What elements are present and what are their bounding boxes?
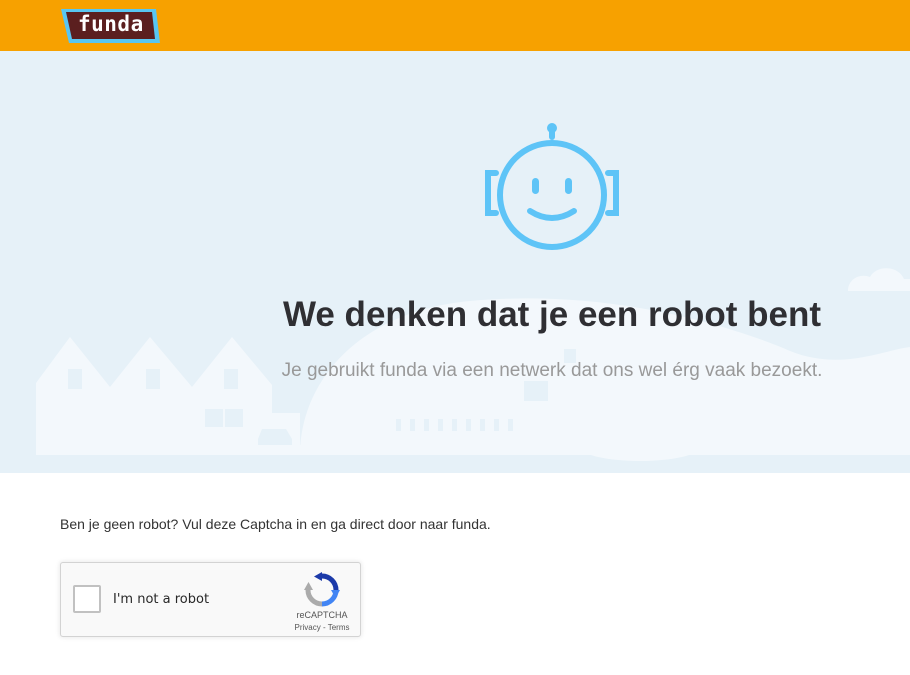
recaptcha-brand: reCAPTCHA (296, 610, 348, 620)
hero-section: We denken dat je een robot bent Je gebru… (0, 51, 910, 473)
page-subtitle: Je gebruikt funda via een netwerk dat on… (281, 360, 823, 381)
page-title: We denken dat je een robot bent (282, 295, 822, 334)
recaptcha-checkbox[interactable] (73, 585, 101, 613)
site-header: funda (0, 0, 910, 51)
logo-text: funda (78, 12, 144, 36)
privacy-link[interactable]: Privacy (295, 623, 321, 632)
links-separator: - (320, 623, 328, 632)
town-skyline-illustration (36, 268, 910, 461)
recaptcha-logo-icon (304, 572, 340, 608)
recaptcha-links: Privacy - Terms (283, 623, 361, 632)
robot-face-icon (480, 123, 624, 253)
recaptcha-widget: I'm not a robot reCAPTCHA Privacy - Term… (60, 562, 361, 637)
recaptcha-checkbox-label[interactable]: I'm not a robot (113, 592, 209, 607)
captcha-intro-text: Ben je geen robot? Vul deze Captcha in e… (60, 516, 491, 532)
terms-link[interactable]: Terms (328, 623, 350, 632)
funda-logo[interactable]: funda (60, 7, 162, 45)
